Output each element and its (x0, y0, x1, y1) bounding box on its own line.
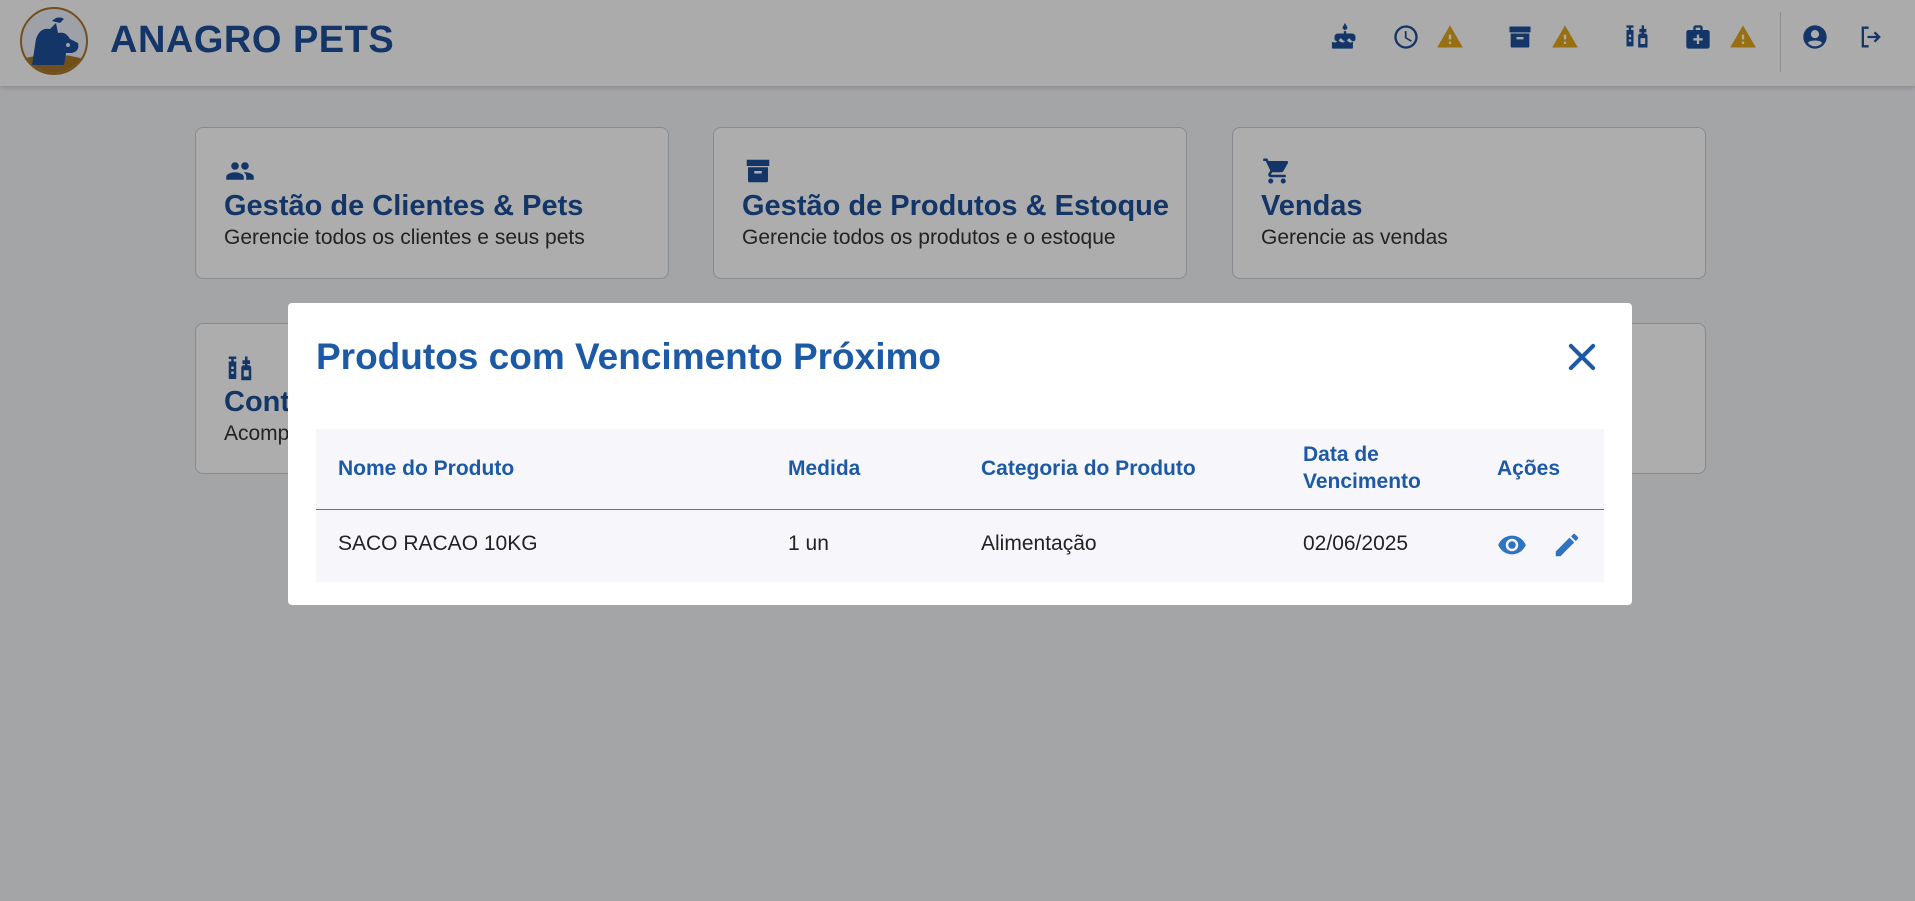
cell-expiry-date: 02/06/2025 (1303, 532, 1409, 555)
column-header-measure[interactable]: Medida (788, 455, 860, 482)
expiring-products-modal: Produtos com Vencimento Próximo Nome do … (288, 303, 1632, 605)
table-header: Nome do Produto Medida Categoria do Prod… (316, 429, 1604, 510)
cell-category: Alimentação (981, 532, 1097, 555)
products-table: Nome do Produto Medida Categoria do Prod… (316, 429, 1604, 582)
column-header-expiry[interactable]: Data de Vencimento (1303, 441, 1421, 495)
cell-product-name: SACO RACAO 10KG (338, 532, 538, 555)
column-header-expiry-line2: Vencimento (1303, 470, 1421, 493)
close-icon[interactable] (1563, 338, 1601, 376)
edit-pencil-icon[interactable] (1550, 530, 1584, 560)
column-header-category[interactable]: Categoria do Produto (981, 455, 1196, 482)
view-eye-icon[interactable] (1495, 530, 1529, 560)
modal-title: Produtos com Vencimento Próximo (316, 336, 942, 377)
table-row: SACO RACAO 10KG 1 un Alimentação 02/06/2… (316, 510, 1604, 582)
column-header-expiry-line1: Data de (1303, 443, 1379, 466)
cell-measure: 1 un (788, 532, 829, 555)
column-header-name[interactable]: Nome do Produto (338, 455, 514, 482)
column-header-actions: Ações (1497, 457, 1561, 480)
